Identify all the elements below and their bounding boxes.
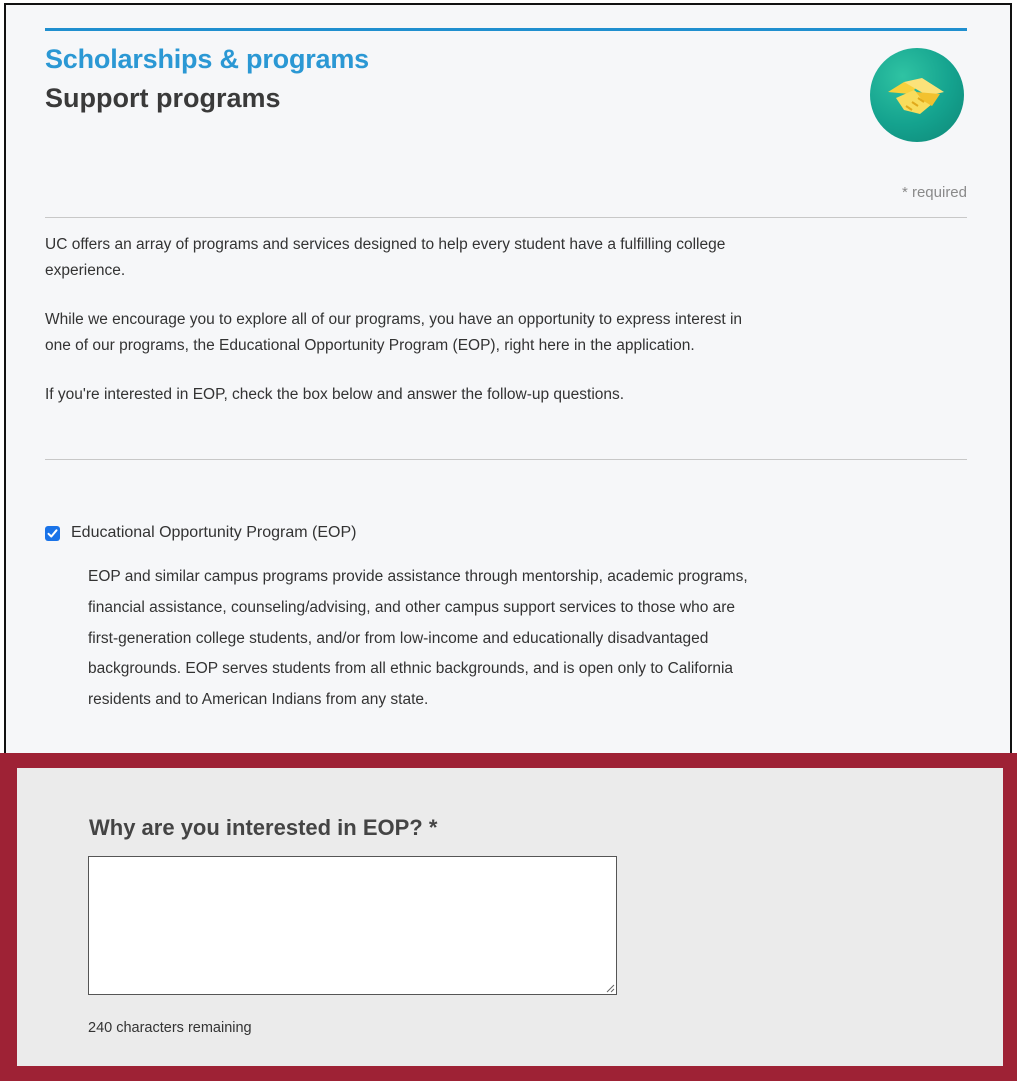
handshake-icon xyxy=(870,48,964,142)
intro-paragraph: If you're interested in EOP, check the b… xyxy=(45,386,625,403)
eop-checkbox[interactable] xyxy=(45,525,60,541)
eop-interest-textarea[interactable] xyxy=(88,856,617,995)
eop-checkbox-label[interactable]: Educational Opportunity Program (EOP) xyxy=(71,524,356,542)
resize-handle-icon[interactable] xyxy=(605,983,615,993)
check-icon xyxy=(47,528,58,537)
character-counter: 240 characters remaining xyxy=(88,1020,252,1036)
page-title: Support programs xyxy=(45,83,281,113)
question-label: Why are you interested in EOP? * xyxy=(89,815,438,840)
intro-text: UC offers an array of programs and servi… xyxy=(45,232,765,432)
required-note: * required xyxy=(901,184,967,201)
divider xyxy=(45,459,967,460)
divider xyxy=(45,217,967,218)
intro-paragraph: UC offers an array of programs and servi… xyxy=(45,236,726,279)
section-title: Scholarships & programs xyxy=(45,44,369,74)
intro-paragraph: While we encourage you to explore all of… xyxy=(45,311,743,354)
header-accent-rule xyxy=(45,28,967,31)
eop-question-panel: Why are you interested in EOP? * 240 cha… xyxy=(17,768,1003,1066)
eop-checkbox-row[interactable]: Educational Opportunity Program (EOP) xyxy=(45,522,356,544)
eop-description: EOP and similar campus programs provide … xyxy=(88,568,748,709)
highlight-frame: Why are you interested in EOP? * 240 cha… xyxy=(0,753,1017,1081)
